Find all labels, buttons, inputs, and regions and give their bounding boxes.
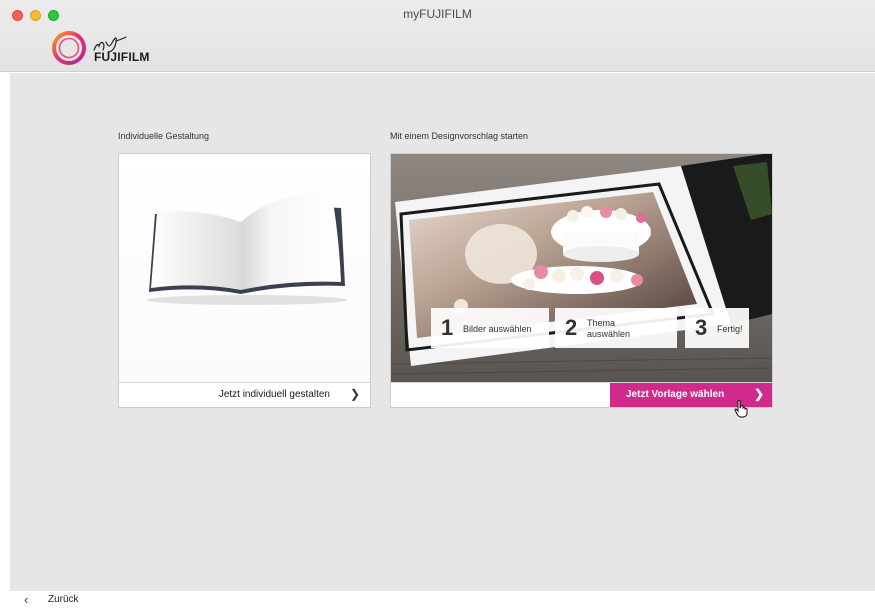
left-card-footer: Jetzt individuell gestalten ❯ <box>119 382 370 407</box>
window-title: myFUJIFILM <box>403 7 472 21</box>
chevron-right-icon: ❯ <box>753 387 764 401</box>
start-individual-design-button[interactable]: Jetzt individuell gestalten ❯ <box>119 383 370 407</box>
wedding-photobook-image: 1 Bilder auswählen 2 Thema auswählen 3 F… <box>391 154 772 383</box>
myfujifilm-logo: FUJIFILM <box>50 28 160 70</box>
main-content: Individuelle Gestaltung Jetzt individuel… <box>10 73 875 591</box>
back-chevron-icon[interactable]: ‹ <box>24 592 28 607</box>
step-3: 3 Fertig! <box>685 308 749 348</box>
choose-template-label: Jetzt Vorlage wählen <box>626 389 725 400</box>
design-template-card[interactable]: 1 Bilder auswählen 2 Thema auswählen 3 F… <box>390 153 773 408</box>
step-2-text-line1: Thema <box>587 318 616 328</box>
chevron-right-icon: ❯ <box>349 387 360 401</box>
title-bar: myFUJIFILM FUJIFILM <box>0 0 875 72</box>
left-card-label: Individuelle Gestaltung <box>118 131 210 141</box>
individual-design-card[interactable]: Jetzt individuell gestalten ❯ <box>118 153 371 408</box>
logo-brand-text: FUJIFILM <box>94 50 150 64</box>
step-1-text: Bilder auswählen <box>463 324 532 334</box>
right-card-label: Mit einem Designvorschlag starten <box>390 131 529 141</box>
step-2-text-line2: auswählen <box>587 329 631 339</box>
bottom-bar: ‹ Zurück <box>0 591 875 609</box>
right-card-footer: Jetzt Vorlage wählen ❯ <box>391 382 772 407</box>
back-button[interactable]: Zurück <box>48 594 79 605</box>
open-photobook-image <box>119 154 370 383</box>
step-2: 2 Thema auswählen <box>555 308 677 348</box>
step-3-text: Fertig! <box>717 324 743 334</box>
hand-cursor-icon <box>734 400 748 418</box>
step-1-number: 1 <box>441 315 454 340</box>
step-2-number: 2 <box>565 315 578 340</box>
app-window: myFUJIFILM FUJIFILM Individuelle Gestalt… <box>0 0 875 609</box>
step-1: 1 Bilder auswählen <box>431 308 549 348</box>
step-3-number: 3 <box>695 315 708 340</box>
start-individual-design-label: Jetzt individuell gestalten <box>218 389 330 400</box>
step-2-text: Thema auswählen <box>587 318 630 340</box>
